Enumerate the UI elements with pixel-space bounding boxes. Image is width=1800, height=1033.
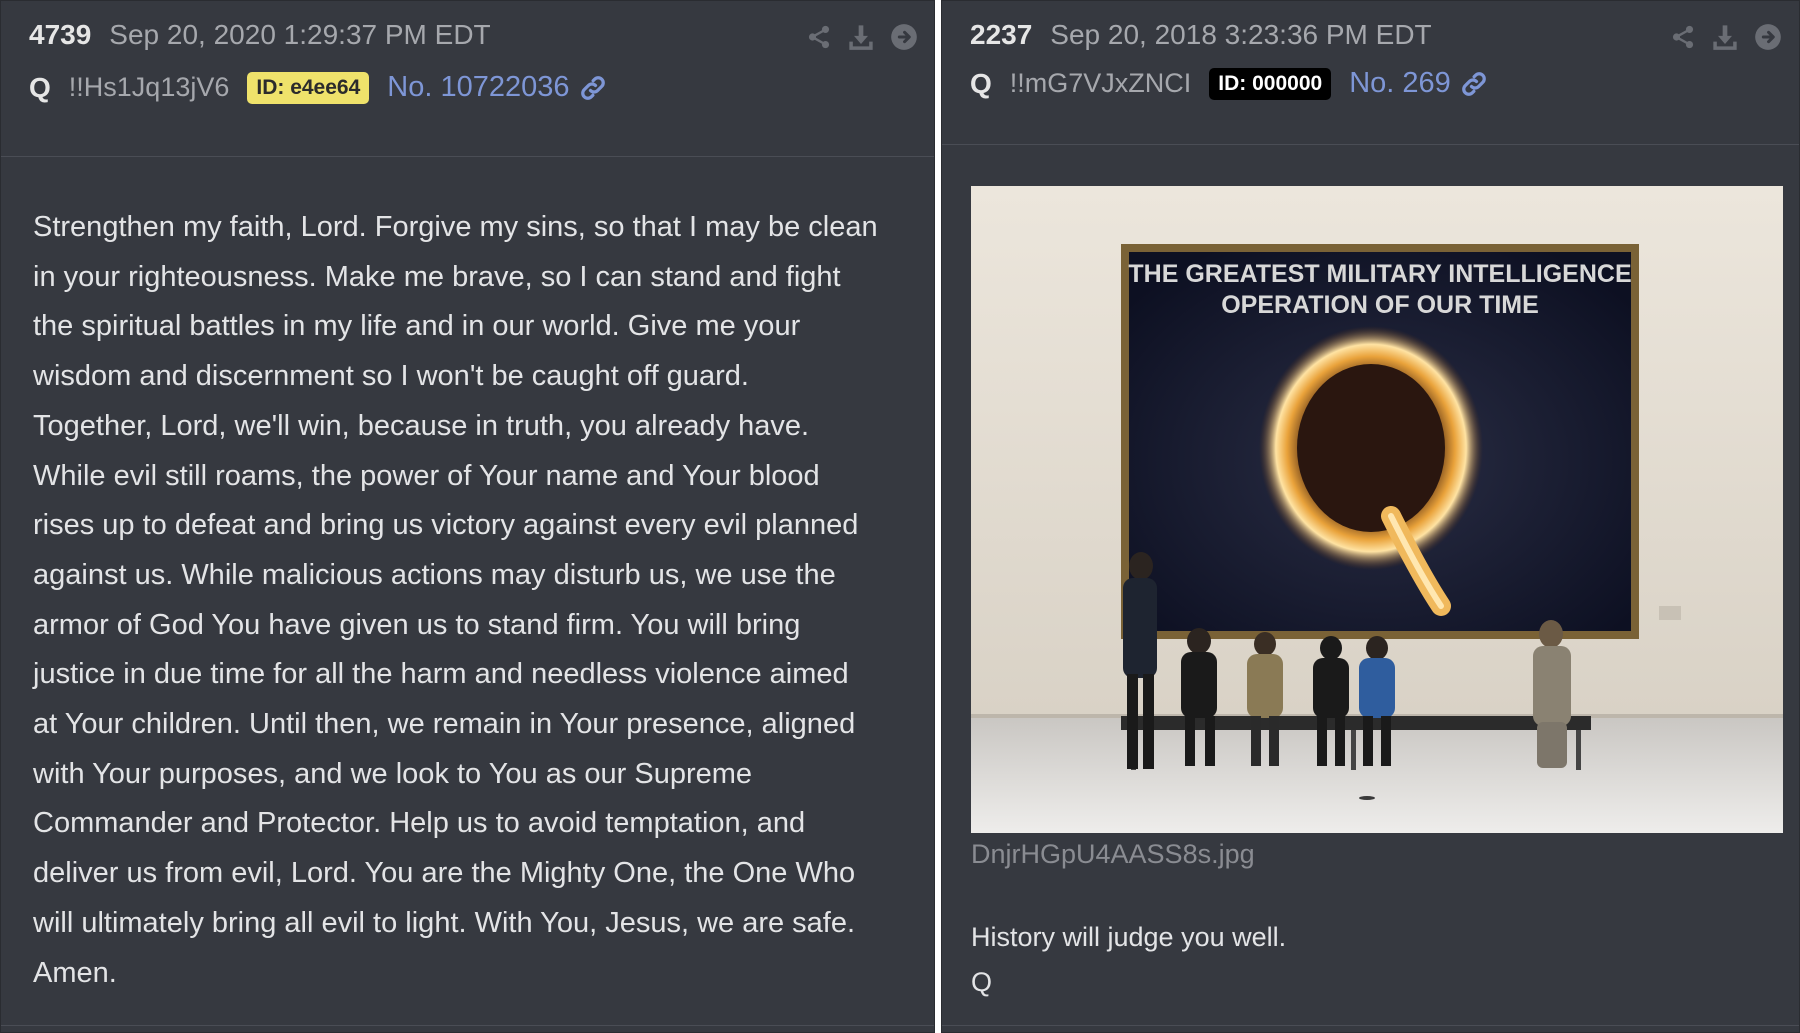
body-line: with Your purposes, and we look to You a… [33,757,753,790]
arrow-right-circle-icon[interactable] [1754,23,1782,51]
body-line: rises up to defeat and bring us victory … [33,509,859,542]
id-badge: ID: 000000 [1209,67,1332,100]
post-number: 2237 [970,19,1033,50]
body-line: against us. While malicious actions may … [33,558,836,591]
post-body: History will judge you well. Q [971,915,1286,1005]
body-line: Commander and Protector. Help us to avoi… [33,807,806,840]
header-divider [1,156,934,157]
link-icon[interactable] [1459,69,1489,99]
body-line: While evil still roams, the power of You… [33,459,820,492]
link-icon[interactable] [578,73,608,103]
body-line: justice in due time for all the harm and… [33,658,849,691]
post-number: 4739 [29,19,92,50]
image-caption-line: THE GREATEST MILITARY INTELLIGENCE [1128,260,1631,288]
body-line: Amen. [33,956,117,989]
share-icon[interactable] [806,24,832,50]
author-name: Q [29,71,51,103]
body-line: in your righteousness. Make me brave, so… [33,260,841,293]
post-panel-right: 2237 Sep 20, 2018 3:23:36 PM EDT Q !!mG7… [941,0,1800,1033]
tripcode: !!mG7VJxZNCI [1009,68,1192,98]
post-date: Sep 20, 2020 1:29:37 PM EDT [109,19,491,50]
share-icon[interactable] [1670,24,1696,50]
body-line: will ultimately bring all evil to light.… [33,906,856,939]
footer-divider [942,1025,1799,1026]
body-line: at Your children. Until then, we remain … [33,708,856,741]
header-divider [942,144,1799,145]
image-filename[interactable]: DnjrHGpU4AASS8s.jpg [971,839,1255,870]
post-link-label[interactable]: No. 269 [1349,67,1451,100]
body-line: Together, Lord, we'll win, because in tr… [33,409,810,442]
arrow-right-circle-icon[interactable] [890,23,918,51]
post-body: Strengthen my faith, Lord. Forgive my si… [33,203,878,998]
tripcode: !!Hs1Jq13jV6 [68,72,230,102]
body-line: wisdom and discernment so I won't be cau… [33,360,749,393]
post-link[interactable]: No. 10722036 [387,71,607,104]
post-link-label[interactable]: No. 10722036 [387,71,569,104]
image-caption-line: OPERATION OF OUR TIME [1221,291,1539,319]
body-line: History will judge you well. [971,922,1287,952]
download-icon[interactable] [846,23,876,51]
footer-divider [1,1025,934,1026]
body-line: armor of God You have given us to stand … [33,608,801,641]
post-image[interactable]: THE GREATEST MILITARY INTELLIGENCE OPERA… [971,186,1783,833]
download-icon[interactable] [1710,23,1740,51]
post-panel-left: 4739 Sep 20, 2020 1:29:37 PM EDT Q !!Hs1… [0,0,935,1033]
author-name: Q [970,67,992,99]
body-line: deliver us from evil, Lord. You are the … [33,857,856,890]
body-line: Strengthen my faith, Lord. Forgive my si… [33,211,878,243]
body-line: the spiritual battles in my life and in … [33,310,801,343]
post-link[interactable]: No. 269 [1349,67,1489,100]
id-badge: ID: e4ee64 [247,71,370,104]
body-line: Q [971,967,993,997]
post-date: Sep 20, 2018 3:23:36 PM EDT [1050,19,1432,50]
